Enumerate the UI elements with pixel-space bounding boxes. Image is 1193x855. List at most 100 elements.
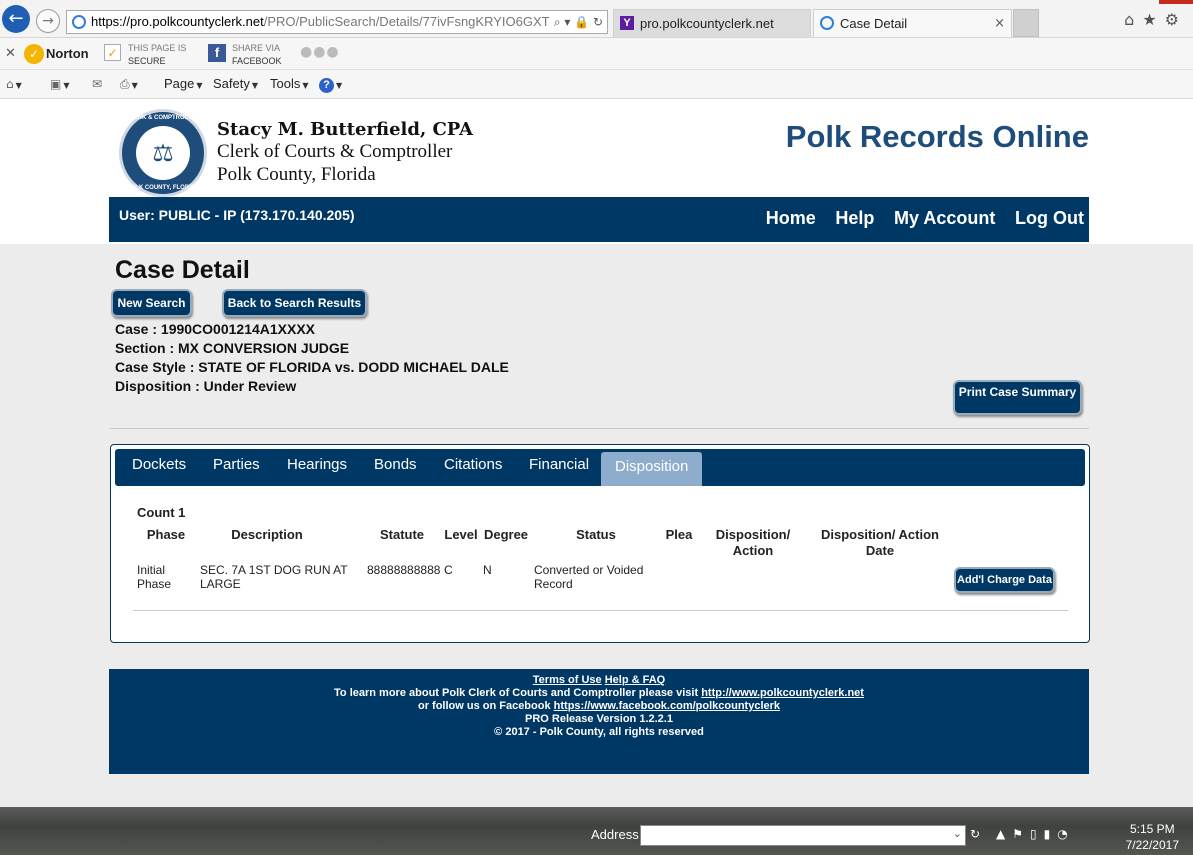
addl-charge-data-button[interactable]: Add'l Charge Data bbox=[954, 567, 1055, 593]
tools-menu[interactable]: Tools ▼ bbox=[270, 76, 309, 91]
ie-icon bbox=[820, 16, 834, 30]
chevron-down-icon[interactable]: ⌄ bbox=[953, 827, 962, 840]
col-plea: Plea bbox=[665, 527, 693, 542]
nav-log-out[interactable]: Log Out bbox=[1015, 208, 1084, 228]
taskbar-address-input[interactable]: ⌄ bbox=[640, 825, 966, 846]
release-version: PRO Release Version 1.2.2.1 bbox=[525, 713, 673, 725]
clock[interactable]: 5:15 PM 7/22/2017 bbox=[1126, 821, 1179, 853]
tab-label: Case Detail bbox=[840, 16, 908, 31]
cell-level: C bbox=[444, 563, 453, 577]
tab-hearings[interactable]: Hearings bbox=[287, 456, 347, 473]
clerk-site-link[interactable]: http://www.polkcountyclerk.net bbox=[701, 687, 864, 699]
facebook-link[interactable]: https://www.facebook.com/polkcountyclerk bbox=[554, 700, 780, 712]
back-to-results-button[interactable]: Back to Search Results bbox=[222, 289, 367, 317]
norton-toolbar: ✕ ✓ Norton ✓ THIS PAGE IS SECURE f SHARE… bbox=[0, 38, 1193, 70]
footer-facebook-text: or follow us on Facebook bbox=[417, 700, 551, 712]
clerk-seal-logo: CLERK & COMPTROLLER ⚖ POLK COUNTY, FLORI… bbox=[119, 109, 207, 197]
new-tab-button[interactable] bbox=[1013, 9, 1039, 37]
tab-case-detail[interactable]: Case Detail × bbox=[813, 9, 1012, 37]
case-disposition: Disposition : Under Review bbox=[115, 378, 297, 394]
clerk-title: Clerk of Courts & Comptroller bbox=[217, 141, 453, 162]
row-divider bbox=[133, 610, 1068, 611]
terms-of-use-link[interactable]: Terms of Use bbox=[533, 674, 602, 686]
command-bar: ⌂ ▼ ▣ ▼ ✉ ⎙ ▼ Page ▼ Safety ▼ Tools ▼ ? ▼ bbox=[0, 70, 1193, 99]
divider bbox=[110, 428, 1089, 429]
url-host: https://pro.polkcountyclerk.net bbox=[91, 14, 264, 29]
print-case-summary-button[interactable]: Print Case Summary bbox=[953, 380, 1082, 415]
tab-citations[interactable]: Citations bbox=[444, 456, 502, 473]
col-degree: Degree bbox=[483, 527, 529, 542]
tab-bonds[interactable]: Bonds bbox=[374, 456, 417, 473]
clerk-name: Stacy M. Butterfield, CPA bbox=[217, 119, 473, 140]
page-title: Case Detail bbox=[115, 256, 250, 284]
window-close-strip[interactable] bbox=[1159, 0, 1193, 4]
back-arrow-icon[interactable]: ← bbox=[2, 5, 30, 33]
home-icon[interactable]: ⌂ ▼ bbox=[6, 76, 22, 91]
col-description: Description bbox=[231, 527, 303, 542]
col-statute: Statute bbox=[379, 527, 425, 542]
check-icon: ✓ bbox=[104, 44, 121, 61]
refresh-icon[interactable]: ↻ bbox=[970, 827, 986, 843]
tab-polkcountyclerk[interactable]: Y pro.polkcountyclerk.net bbox=[613, 9, 811, 37]
web-page: CLERK & COMPTROLLER ⚖ POLK COUNTY, FLORI… bbox=[0, 99, 1193, 807]
page-secure-indicator[interactable]: ✓ THIS PAGE IS SECURE bbox=[104, 42, 186, 68]
share-facebook-button[interactable]: f SHARE VIA FACEBOOK bbox=[208, 42, 282, 68]
home-favorites-icons[interactable]: ⌂★⚙ bbox=[1124, 10, 1187, 29]
tab-parties[interactable]: Parties bbox=[213, 456, 260, 473]
scales-icon: ⚖ bbox=[136, 126, 190, 180]
case-number: Case : 1990CO001214A1XXXX bbox=[115, 321, 316, 337]
address-tools-icons[interactable]: ⌕ ▾ 🔒 ↻ bbox=[549, 11, 603, 33]
help-menu[interactable]: ? ▼ bbox=[319, 76, 342, 93]
case-style: Case Style : STATE OF FLORIDA vs. DODD M… bbox=[115, 359, 509, 375]
nav-help[interactable]: Help bbox=[835, 208, 874, 228]
count-label: Count 1 bbox=[137, 505, 186, 520]
forward-arrow-icon[interactable]: → bbox=[36, 9, 60, 33]
new-search-button[interactable]: New Search bbox=[111, 289, 192, 317]
close-icon[interactable]: ✕ bbox=[5, 46, 16, 61]
close-icon[interactable]: × bbox=[994, 10, 1005, 37]
tab-disposition[interactable]: Disposition bbox=[601, 452, 703, 486]
copyright: © 2017 - Polk County, all rights reserve… bbox=[494, 726, 704, 738]
case-section: Section : MX CONVERSION JUDGE bbox=[115, 340, 350, 356]
site-footer: Terms of Use Help & FAQ To learn more ab… bbox=[109, 669, 1089, 774]
case-tabs-panel: Dockets Parties Hearings Bonds Citations… bbox=[110, 444, 1090, 643]
browser-toolbar: ← → https://pro.polkcountyclerk.net/PRO/… bbox=[0, 0, 1193, 38]
user-info: User: PUBLIC - IP (173.170.140.205) bbox=[119, 207, 355, 223]
ie-icon bbox=[72, 15, 86, 29]
case-tab-bar: Dockets Parties Hearings Bonds Citations… bbox=[115, 449, 1085, 486]
url-path: /PRO/PublicSearch/Details/77ivFsngKRYIO6… bbox=[263, 14, 581, 29]
col-status: Status bbox=[576, 527, 616, 542]
nav-home[interactable]: Home bbox=[766, 208, 816, 228]
clerk-county: Polk County, Florida bbox=[217, 164, 376, 185]
help-faq-link[interactable]: Help & FAQ bbox=[605, 674, 666, 686]
col-phase: Phase bbox=[146, 527, 186, 542]
system-tray-icons[interactable]: ▲⚑▯▮◔ bbox=[996, 827, 1075, 841]
site-header: CLERK & COMPTROLLER ⚖ POLK COUNTY, FLORI… bbox=[109, 99, 1089, 197]
nav-my-account[interactable]: My Account bbox=[894, 208, 995, 228]
tab-dockets[interactable]: Dockets bbox=[132, 456, 186, 473]
address-label: Address bbox=[591, 827, 639, 842]
help-icon: ? bbox=[319, 78, 334, 93]
col-disposition-date: Disposition/ Action Date bbox=[821, 527, 939, 558]
more-icon[interactable]: ●●● bbox=[300, 44, 340, 60]
print-icon[interactable]: ⎙ ▼ bbox=[120, 76, 138, 92]
cell-status: Converted or Voided Record bbox=[534, 563, 644, 591]
page-menu[interactable]: Page ▼ bbox=[164, 76, 203, 91]
cell-phase: Initial Phase bbox=[137, 563, 172, 591]
norton-logo[interactable]: ✓ Norton bbox=[24, 44, 89, 64]
site-title: Polk Records Online bbox=[785, 119, 1089, 154]
facebook-icon: f bbox=[208, 44, 226, 62]
feeds-icon[interactable]: ▣ ▼ bbox=[50, 76, 70, 91]
col-disposition-action: Disposition/ Action bbox=[715, 527, 791, 558]
tab-label: pro.polkcountyclerk.net bbox=[640, 16, 774, 31]
cell-degree: N bbox=[483, 563, 492, 577]
safety-menu[interactable]: Safety ▼ bbox=[213, 76, 258, 91]
tab-financial[interactable]: Financial bbox=[529, 456, 589, 473]
address-bar[interactable]: https://pro.polkcountyclerk.net/PRO/Publ… bbox=[66, 10, 608, 34]
col-level: Level bbox=[444, 527, 478, 542]
taskbar: Address ⌄ ↻ ▲⚑▯▮◔ 5:15 PM 7/22/2017 bbox=[0, 807, 1193, 855]
mail-icon[interactable]: ✉ bbox=[92, 76, 102, 91]
yahoo-icon: Y bbox=[620, 16, 634, 30]
check-icon: ✓ bbox=[24, 44, 44, 64]
footer-learn-text: To learn more about Polk Clerk of Courts… bbox=[334, 687, 699, 699]
